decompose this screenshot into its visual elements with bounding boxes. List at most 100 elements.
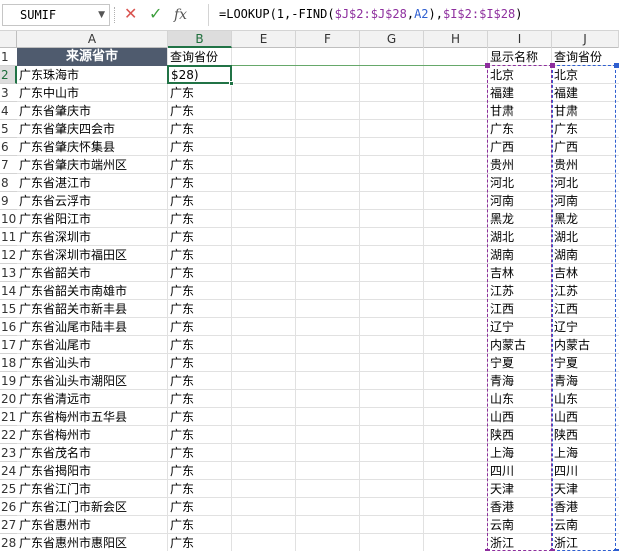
cell-a28[interactable]: 广东省惠州市惠阳区 [17,534,167,551]
cell-b9[interactable]: 广东 [168,192,231,210]
cell-a11[interactable]: 广东省深圳市 [17,228,167,246]
row-header-28[interactable]: 28 [0,534,17,551]
row-header-2[interactable]: 2 [0,66,17,84]
row-header-13[interactable]: 13 [0,264,17,282]
row-header-21[interactable]: 21 [0,408,17,426]
cell-a14[interactable]: 广东省韶关市南雄市 [17,282,167,300]
formula-input[interactable]: =LOOKUP(1,-FIND($J$2:$J$28,A2),$I$2:$I$2… [208,4,618,26]
check-icon[interactable]: ✓ [149,4,162,24]
cell-b5[interactable]: 广东 [168,120,231,138]
column-header-b[interactable]: B [168,31,232,48]
row-header-17[interactable]: 17 [0,336,17,354]
row-header-26[interactable]: 26 [0,498,17,516]
row-header-24[interactable]: 24 [0,462,17,480]
row-header-4[interactable]: 4 [0,102,17,120]
row-header-18[interactable]: 18 [0,354,17,372]
cell-a4[interactable]: 广东省肇庆市 [17,102,167,120]
row-header-6[interactable]: 6 [0,138,17,156]
cell-b14[interactable]: 广东 [168,282,231,300]
cell-b19[interactable]: 广东 [168,372,231,390]
cell-b3[interactable]: 广东 [168,84,231,102]
cell-a18[interactable]: 广东省汕头市 [17,354,167,372]
column-header-i[interactable]: I [488,31,552,48]
cell-a21[interactable]: 广东省梅州市五华县 [17,408,167,426]
header-cell-i1[interactable]: 显示名称 [488,48,551,66]
cell-a25[interactable]: 广东省江门市 [17,480,167,498]
row-header-15[interactable]: 15 [0,300,17,318]
cell-b13[interactable]: 广东 [168,264,231,282]
cell-a7[interactable]: 广东省肇庆市端州区 [17,156,167,174]
cell-a9[interactable]: 广东省云浮市 [17,192,167,210]
row-header-3[interactable]: 3 [0,84,17,102]
row-header-9[interactable]: 9 [0,192,17,210]
row-header-25[interactable]: 25 [0,480,17,498]
column-header-g[interactable]: G [360,31,424,48]
cell-a6[interactable]: 广东省肇庆怀集县 [17,138,167,156]
cell-b28[interactable]: 广东 [168,534,231,551]
row-header-19[interactable]: 19 [0,372,17,390]
cell-a26[interactable]: 广东省江门市新会区 [17,498,167,516]
cancel-icon[interactable]: ✕ [124,4,137,24]
range-i-handle[interactable] [550,63,555,68]
cell-b25[interactable]: 广东 [168,480,231,498]
row-header-8[interactable]: 8 [0,174,17,192]
row-header-23[interactable]: 23 [0,444,17,462]
row-header-12[interactable]: 12 [0,246,17,264]
name-box[interactable]: SUMIF ▼ [2,4,110,26]
cell-b17[interactable]: 广东 [168,336,231,354]
cell-a20[interactable]: 广东省清远市 [17,390,167,408]
row-header-20[interactable]: 20 [0,390,17,408]
cell-b4[interactable]: 广东 [168,102,231,120]
cell-b26[interactable]: 广东 [168,498,231,516]
header-cell-a1[interactable]: 来源省市 [17,48,167,66]
cell-b15[interactable]: 广东 [168,300,231,318]
cell-b23[interactable]: 广东 [168,444,231,462]
cell-a19[interactable]: 广东省汕头市潮阳区 [17,372,167,390]
function-icon[interactable]: fx [174,5,187,25]
cell-b21[interactable]: 广东 [168,408,231,426]
cell-b22[interactable]: 广东 [168,426,231,444]
cell-a10[interactable]: 广东省阳江市 [17,210,167,228]
row-header-22[interactable]: 22 [0,426,17,444]
cell-b16[interactable]: 广东 [168,318,231,336]
cell-a15[interactable]: 广东省韶关市新丰县 [17,300,167,318]
active-cell-b2[interactable]: $28) [167,65,232,84]
header-cell-j1[interactable]: 查询省份 [552,48,618,66]
column-header-j[interactable]: J [552,31,619,48]
cell-b24[interactable]: 广东 [168,462,231,480]
range-i-handle[interactable] [485,63,490,68]
cell-a5[interactable]: 广东省肇庆四会市 [17,120,167,138]
row-header-11[interactable]: 11 [0,228,17,246]
row-header-1[interactable]: 1 [0,48,17,66]
row-header-27[interactable]: 27 [0,516,17,534]
cell-a12[interactable]: 广东省深圳市福田区 [17,246,167,264]
column-header-f[interactable]: F [296,31,360,48]
cell-a27[interactable]: 广东省惠州市 [17,516,167,534]
cell-b27[interactable]: 广东 [168,516,231,534]
cell-b20[interactable]: 广东 [168,390,231,408]
column-header-e[interactable]: E [232,31,296,48]
cell-a3[interactable]: 广东中山市 [17,84,167,102]
fill-handle[interactable] [229,81,234,86]
column-header-h[interactable]: H [424,31,488,48]
cell-a2[interactable]: 广东珠海市 [17,66,167,84]
cell-a23[interactable]: 广东省茂名市 [17,444,167,462]
cell-a16[interactable]: 广东省汕尾市陆丰县 [17,318,167,336]
cell-b11[interactable]: 广东 [168,228,231,246]
row-header-10[interactable]: 10 [0,210,17,228]
cell-a24[interactable]: 广东省揭阳市 [17,462,167,480]
range-j-handle[interactable] [614,63,619,68]
cell-b8[interactable]: 广东 [168,174,231,192]
row-header-14[interactable]: 14 [0,282,17,300]
cell-b18[interactable]: 广东 [168,354,231,372]
cell-b12[interactable]: 广东 [168,246,231,264]
cell-b7[interactable]: 广东 [168,156,231,174]
column-header-a[interactable]: A [17,31,168,48]
header-cell-b1[interactable]: 查询省份 [168,48,231,66]
cell-a17[interactable]: 广东省汕尾市 [17,336,167,354]
cell-b10[interactable]: 广东 [168,210,231,228]
select-all-corner[interactable] [0,31,17,48]
chevron-down-icon[interactable]: ▼ [98,10,105,20]
row-header-16[interactable]: 16 [0,318,17,336]
cell-a13[interactable]: 广东省韶关市 [17,264,167,282]
